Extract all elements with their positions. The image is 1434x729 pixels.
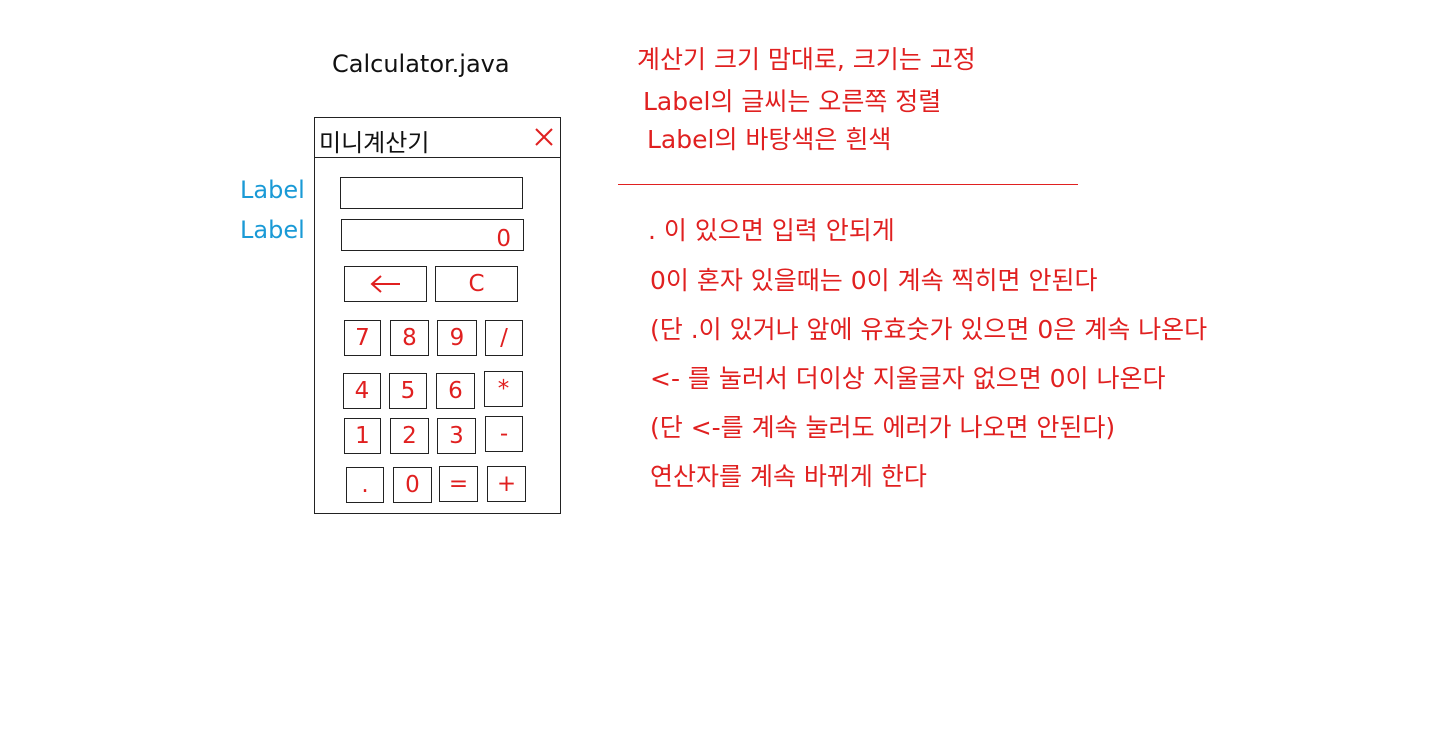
calculator-window: 미니계산기 0 C 7 8 9 / 4 5 6 * 1 2 3 - . 0 = …: [314, 117, 561, 514]
key-minus[interactable]: -: [485, 416, 523, 452]
note-rule-3: (단 .이 있거나 앞에 유효숫가 있으면 0은 계속 나온다: [650, 315, 1208, 344]
clear-button[interactable]: C: [435, 266, 518, 302]
note-label-align: Label의 글씨는 오른쪽 정렬: [643, 87, 942, 116]
note-rule-6: 연산자를 계속 바뀌게 한다: [650, 462, 927, 491]
key-5[interactable]: 5: [389, 373, 427, 409]
notes-divider: [618, 184, 1078, 185]
key-plus[interactable]: +: [487, 466, 526, 502]
result-label-text: 0: [496, 226, 511, 252]
input-label-field: [340, 177, 523, 209]
close-icon[interactable]: [533, 126, 555, 148]
key-0[interactable]: 0: [393, 467, 432, 503]
key-decimal[interactable]: .: [346, 467, 384, 503]
window-titlebar: 미니계산기: [315, 118, 560, 158]
note-size: 계산기 크기 맘대로, 크기는 고정: [637, 45, 976, 74]
side-label-1: Label: [240, 176, 305, 204]
key-9[interactable]: 9: [437, 320, 477, 356]
key-7[interactable]: 7: [344, 320, 381, 356]
side-label-2: Label: [240, 216, 305, 244]
left-arrow-icon: [369, 275, 400, 293]
file-title: Calculator.java: [332, 50, 510, 78]
note-rule-5: (단 <-를 계속 눌러도 에러가 나오면 안된다): [650, 413, 1116, 442]
key-6[interactable]: 6: [436, 373, 475, 409]
note-rule-2: 0이 혼자 있을때는 0이 계속 찍히면 안된다: [650, 266, 1098, 295]
key-1[interactable]: 1: [344, 418, 381, 454]
note-rule-1: . 이 있으면 입력 안되게: [648, 216, 895, 245]
result-label-field: 0: [341, 219, 524, 252]
window-title: 미니계산기: [319, 129, 430, 157]
key-divide[interactable]: /: [485, 320, 523, 356]
key-equals[interactable]: =: [439, 466, 478, 502]
key-multiply[interactable]: *: [484, 371, 523, 407]
key-3[interactable]: 3: [437, 418, 476, 454]
note-label-background: Label의 바탕색은 흰색: [647, 125, 892, 154]
key-2[interactable]: 2: [390, 418, 429, 454]
key-8[interactable]: 8: [390, 320, 429, 356]
key-4[interactable]: 4: [343, 373, 381, 409]
note-rule-4: <- 를 눌러서 더이상 지울글자 없으면 0이 나온다: [650, 364, 1166, 393]
backspace-button[interactable]: [344, 266, 427, 302]
